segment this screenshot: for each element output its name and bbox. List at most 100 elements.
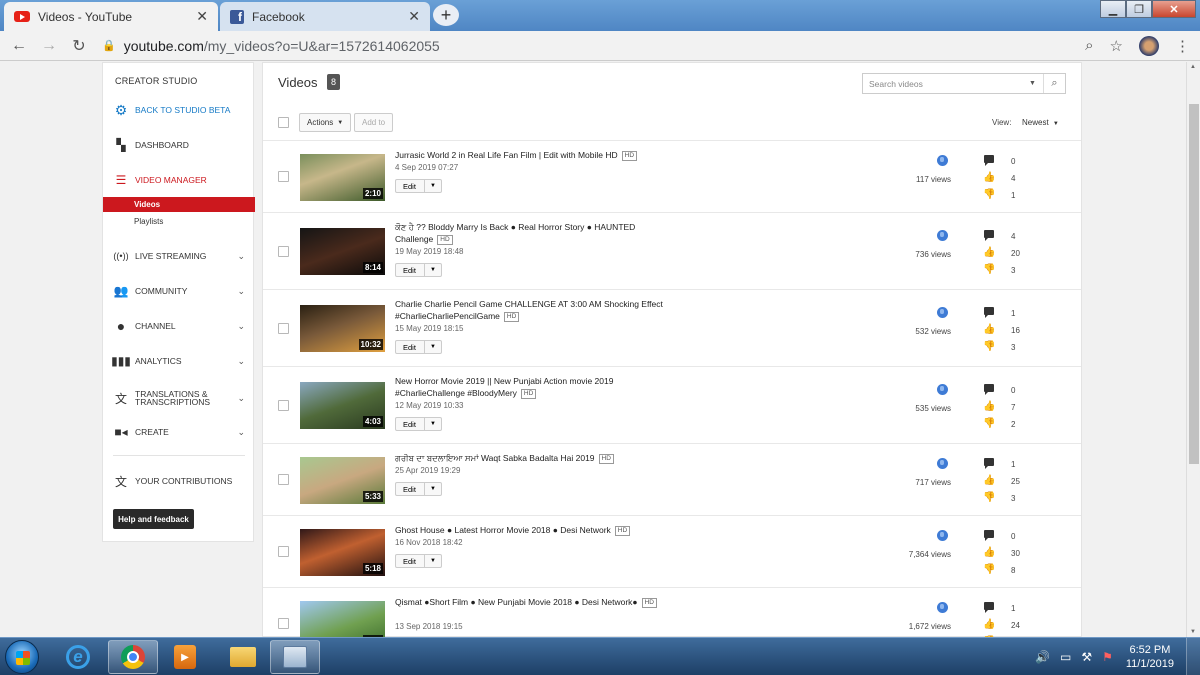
video-select-checkbox[interactable] [278, 474, 289, 485]
bookmark-star-icon[interactable]: ☆ [1110, 37, 1123, 55]
public-globe-icon[interactable] [937, 458, 948, 469]
taskbar-internet-explorer[interactable]: e [53, 640, 103, 674]
thumbs-up-icon[interactable]: 👍 [983, 172, 995, 183]
zoom-icon[interactable]: ⌕ [1085, 37, 1093, 54]
sidebar-item-video-manager[interactable]: ☰ VIDEO MANAGER [103, 169, 255, 191]
minimize-window-icon[interactable]: ▁ [1100, 0, 1126, 18]
video-thumbnail[interactable]: 5:18 [300, 529, 385, 576]
video-title-link[interactable]: ਗਰੀਬ ਦਾ ਬਦਲਾਇਆ ਸਮਾਂ Waqt Sabka Badalta H… [395, 452, 665, 464]
add-to-button[interactable]: Add to [354, 113, 394, 132]
show-desktop-button[interactable] [1186, 638, 1200, 675]
caret-down-icon[interactable]: ▼ [425, 421, 441, 427]
public-globe-icon[interactable] [937, 602, 948, 613]
thumbs-down-icon[interactable]: 👎 [983, 564, 995, 575]
video-thumbnail[interactable]: 2:10 [300, 154, 385, 201]
public-globe-icon[interactable] [937, 384, 948, 395]
thumbs-up-icon[interactable]: 👍 [983, 619, 995, 630]
taskbar-file-explorer[interactable] [218, 640, 268, 674]
actions-dropdown-button[interactable]: Actions ▼ [299, 113, 352, 132]
tools-icon[interactable]: ⚒ [1081, 650, 1092, 664]
public-globe-icon[interactable] [937, 307, 948, 318]
comment-icon[interactable] [983, 530, 995, 541]
sidebar-item-analytics[interactable]: ▮▮▮ ANALYTICS ⌄ [103, 350, 255, 372]
back-arrow-icon[interactable]: ← [4, 37, 34, 55]
edit-button[interactable]: Edit ▼ [395, 179, 442, 193]
video-thumbnail[interactable]: 8:14 [300, 228, 385, 275]
close-window-icon[interactable]: ✕ [1152, 0, 1196, 18]
scroll-up-icon[interactable]: ▲ [1190, 64, 1196, 70]
thumbs-up-icon[interactable]: 👍 [983, 324, 995, 335]
public-globe-icon[interactable] [937, 230, 948, 241]
edit-button[interactable]: Edit ▼ [395, 417, 442, 431]
new-tab-button[interactable]: + [433, 4, 459, 26]
comment-icon[interactable] [983, 230, 995, 241]
video-thumbnail[interactable]: 10:32 [300, 305, 385, 352]
video-title-link[interactable]: Charlie Charlie Pencil Game CHALLENGE AT… [395, 298, 665, 322]
video-thumbnail[interactable]: 5:33 [300, 457, 385, 504]
search-videos-input[interactable]: Search videos ▼ ⌕ [862, 73, 1066, 94]
video-select-checkbox[interactable] [278, 618, 289, 629]
thumbs-down-icon[interactable]: 👎 [983, 418, 995, 429]
comment-icon[interactable] [983, 155, 995, 166]
sidebar-item-channel[interactable]: ● CHANNEL ⌄ [103, 315, 255, 337]
video-select-checkbox[interactable] [278, 546, 289, 557]
profile-avatar[interactable] [1139, 35, 1159, 56]
page-scrollbar[interactable]: ▲ ▼ [1186, 62, 1200, 637]
sidebar-subitem-playlists[interactable]: Playlists [103, 214, 255, 229]
caret-down-icon[interactable]: ▼ [425, 183, 441, 189]
thumbs-down-icon[interactable]: 👎 [983, 341, 995, 352]
comment-icon[interactable] [983, 458, 995, 469]
thumbs-up-icon[interactable]: 👍 [983, 401, 995, 412]
thumbs-up-icon[interactable]: 👍 [983, 547, 995, 558]
thumbs-down-icon[interactable]: 👎 [983, 492, 995, 503]
video-select-checkbox[interactable] [278, 171, 289, 182]
edit-button[interactable]: Edit ▼ [395, 482, 442, 496]
video-thumbnail[interactable]: 7:35 [300, 601, 385, 637]
taskbar-chrome[interactable] [108, 640, 158, 674]
help-and-feedback-button[interactable]: Help and feedback [113, 509, 194, 529]
url-field[interactable]: 🔒 youtube.com/my_videos?o=U&ar=157261406… [102, 38, 1085, 54]
public-globe-icon[interactable] [937, 530, 948, 541]
video-title-link[interactable]: Ghost House ● Latest Horror Movie 2018 ●… [395, 524, 665, 536]
sidebar-item-back-to-beta[interactable]: ⚙ BACK TO STUDIO BETA [103, 99, 255, 121]
video-title-link[interactable]: ਕੌਣ ਹੈ ?? Bloddy Marry Is Back ● Real Ho… [395, 221, 665, 245]
video-select-checkbox[interactable] [278, 246, 289, 257]
select-all-checkbox[interactable] [278, 117, 289, 128]
caret-down-icon[interactable]: ▼ [425, 486, 441, 492]
sidebar-item-create[interactable]: ■◂ CREATE ⌄ [103, 421, 255, 443]
comment-icon[interactable] [983, 307, 995, 318]
close-tab-icon[interactable]: ✕ [196, 8, 208, 25]
caret-down-icon[interactable]: ▼ [425, 267, 441, 273]
video-select-checkbox[interactable] [278, 400, 289, 411]
taskbar-media-player[interactable]: ▶ [160, 640, 210, 674]
sidebar-item-translations[interactable]: 文 TRANSLATIONS & TRANSCRIPTIONS ⌄ [103, 385, 255, 411]
edit-button[interactable]: Edit ▼ [395, 340, 442, 354]
sidebar-item-community[interactable]: 👥 COMMUNITY ⌄ [103, 280, 255, 302]
thumbs-up-icon[interactable]: 👍 [983, 475, 995, 486]
video-thumbnail[interactable]: 4:03 [300, 382, 385, 429]
thumbs-down-icon[interactable]: 👎 [983, 189, 995, 200]
sidebar-subitem-videos[interactable]: Videos [103, 197, 255, 212]
caret-down-icon[interactable]: ▼ [1029, 80, 1043, 87]
action-center-icon[interactable]: ⚑ [1102, 650, 1113, 664]
sidebar-item-your-contributions[interactable]: 文 YOUR CONTRIBUTIONS [103, 470, 255, 492]
view-sort-dropdown[interactable]: Newest ▼ [1022, 118, 1059, 127]
tab-youtube-videos[interactable]: Videos - YouTube ✕ [4, 2, 218, 31]
edit-button[interactable]: Edit ▼ [395, 263, 442, 277]
start-button[interactable] [5, 640, 39, 674]
sidebar-item-live-streaming[interactable]: ((•)) LIVE STREAMING ⌄ [103, 245, 255, 267]
scrollbar-thumb[interactable] [1189, 104, 1199, 464]
menu-kebab-icon[interactable]: ⋮ [1175, 37, 1190, 55]
volume-icon[interactable]: 🔊 [1035, 650, 1050, 664]
tab-facebook[interactable]: f Facebook ✕ [220, 2, 430, 31]
video-select-checkbox[interactable] [278, 323, 289, 334]
video-title-link[interactable]: Jurrasic World 2 in Real Life Fan Film |… [395, 149, 665, 161]
thumbs-down-icon[interactable]: 👎 [983, 264, 995, 275]
forward-arrow-icon[interactable]: → [34, 37, 64, 55]
edit-button[interactable]: Edit ▼ [395, 554, 442, 568]
thumbs-up-icon[interactable]: 👍 [983, 247, 995, 258]
search-icon[interactable]: ⌕ [1043, 74, 1065, 93]
sidebar-item-dashboard[interactable]: ▚ DASHBOARD [103, 134, 255, 156]
reload-icon[interactable]: ↻ [64, 36, 94, 56]
scroll-down-icon[interactable]: ▼ [1190, 629, 1196, 635]
